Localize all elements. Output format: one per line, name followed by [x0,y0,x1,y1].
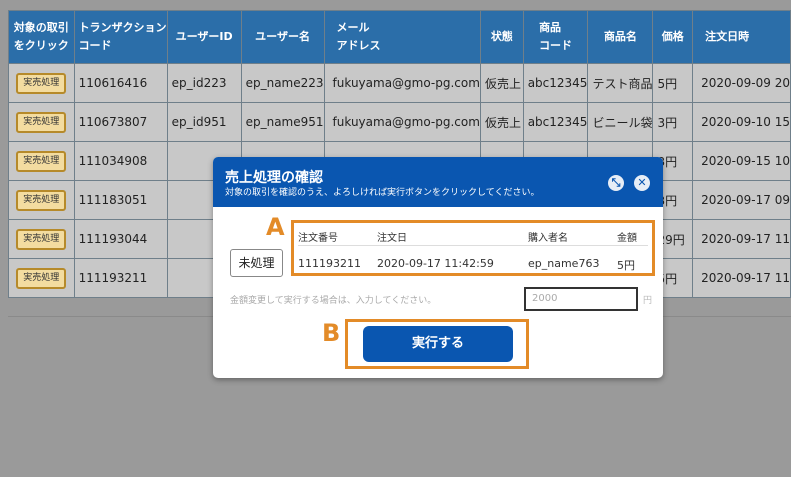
table-cell: 2020-09-15 10 [692,141,791,181]
table-cell: 110616416 [73,63,168,103]
table-cell: abc12345 [522,102,589,142]
annotation-box-b [345,319,529,369]
table-cell: fukuyama@gmo-pg.com [323,63,481,103]
table-cell: 111183051 [73,180,168,220]
col-header-order-datetime: 注文日時 [692,10,791,64]
annotation-label-b: B [322,319,341,347]
header-text: 注文日時 [705,30,750,43]
dialog-header: 売上処理の確認 対象の取引を確認のうえ、よろしければ実行ボタンをクリックしてくだ… [213,157,663,207]
header-text: 状態 [490,30,513,43]
col-header-select: 対象の取引 をクリック [8,10,75,64]
row-action-cell: 実売処理 [8,180,75,220]
table-cell: ep_name223 [240,63,325,103]
col-header-price: 価格 [652,10,694,64]
annotation-label-a: A [266,213,285,241]
sales-process-button[interactable]: 実売処理 [16,150,67,172]
row-action-cell: 実売処理 [8,63,75,103]
col-header-user-name: ユーザー名 [240,10,325,64]
table-cell: 5円 [652,63,694,103]
table-header-row: 対象の取引 をクリック トランザクション コード ユーザーID ユーザー名 メー… [8,10,791,64]
row-action-cell: 実売処理 [8,219,75,259]
table-row: 実売処理 110616416 ep_id223 ep_name223 fukuyama@… [8,63,791,103]
table-cell: 2020-09-17 11 [692,219,791,259]
header-text: ユーザーID [175,30,233,43]
table-cell: 3円 [652,102,694,142]
table-cell: 111193211 [73,258,168,298]
col-header-product-name: 商品名 [587,10,654,64]
header-text: 対象の取引 をクリック [13,21,69,52]
col-header-email: メール アドレス [323,10,481,64]
col-header-product-code: 商品 コード [522,10,589,64]
header-text: ユーザー名 [255,30,310,43]
dialog-title: 売上処理の確認 [225,170,323,186]
dialog-subtitle: 対象の取引を確認のうえ、よろしければ実行ボタンをクリックしてください。 [225,188,540,198]
table-row: 実売処理 110673807 ep_id951 ep_name951 fukuyama@… [8,102,791,142]
col-header-user-id: ユーザーID [166,10,242,64]
header-text: メール アドレス [336,21,381,52]
header-text: 価格 [661,30,684,43]
close-icon[interactable]: ✕ [634,175,650,191]
header-text: 商品名 [603,30,637,43]
table-cell: 2020-09-17 09 [692,180,791,220]
row-action-cell: 実売処理 [8,102,75,142]
table-cell: 111193044 [73,219,168,259]
annotation-box-a [291,220,655,276]
header-text: トランザクション コード [78,21,167,52]
col-header-status: 状態 [479,10,524,64]
amount-unit-label: 円 [643,296,653,306]
sales-process-button[interactable]: 実売処理 [16,267,67,289]
table-cell: 2020-09-10 15 [692,102,791,142]
row-action-cell: 実売処理 [8,141,75,181]
table-cell: ep_id951 [166,102,242,142]
amount-change-note: 金額変更して実行する場合は、入力してください。 [230,296,437,306]
amount-input[interactable]: 2000 [524,287,638,311]
row-action-cell: 実売処理 [8,258,75,298]
sales-process-button[interactable]: 実売処理 [16,228,67,250]
sales-process-button[interactable]: 実売処理 [16,189,67,211]
table-cell: 2020-09-09 20 [692,63,791,103]
table-cell: 110673807 [73,102,168,142]
resize-icon[interactable]: ⤡ [608,175,624,191]
table-cell: ビニール袋 [587,102,654,142]
col-header-transaction-code: トランザクション コード [73,10,168,64]
table-cell: 2020-09-17 11 [692,258,791,298]
table-cell: テスト商品 [587,63,654,103]
table-cell: ep_id223 [166,63,242,103]
table-cell: fukuyama@gmo-pg.com [323,102,481,142]
table-cell: 仮売上 [479,63,524,103]
table-cell: 111034908 [73,141,168,181]
table-cell: abc12345 [522,63,589,103]
sales-process-button[interactable]: 実売処理 [16,111,67,133]
header-text: 商品 コード [539,21,573,52]
sales-process-button[interactable]: 実売処理 [16,72,67,94]
table-cell: ep_name951 [240,102,325,142]
unprocessed-status-button[interactable]: 未処理 [230,249,283,277]
table-cell: 仮売上 [479,102,524,142]
